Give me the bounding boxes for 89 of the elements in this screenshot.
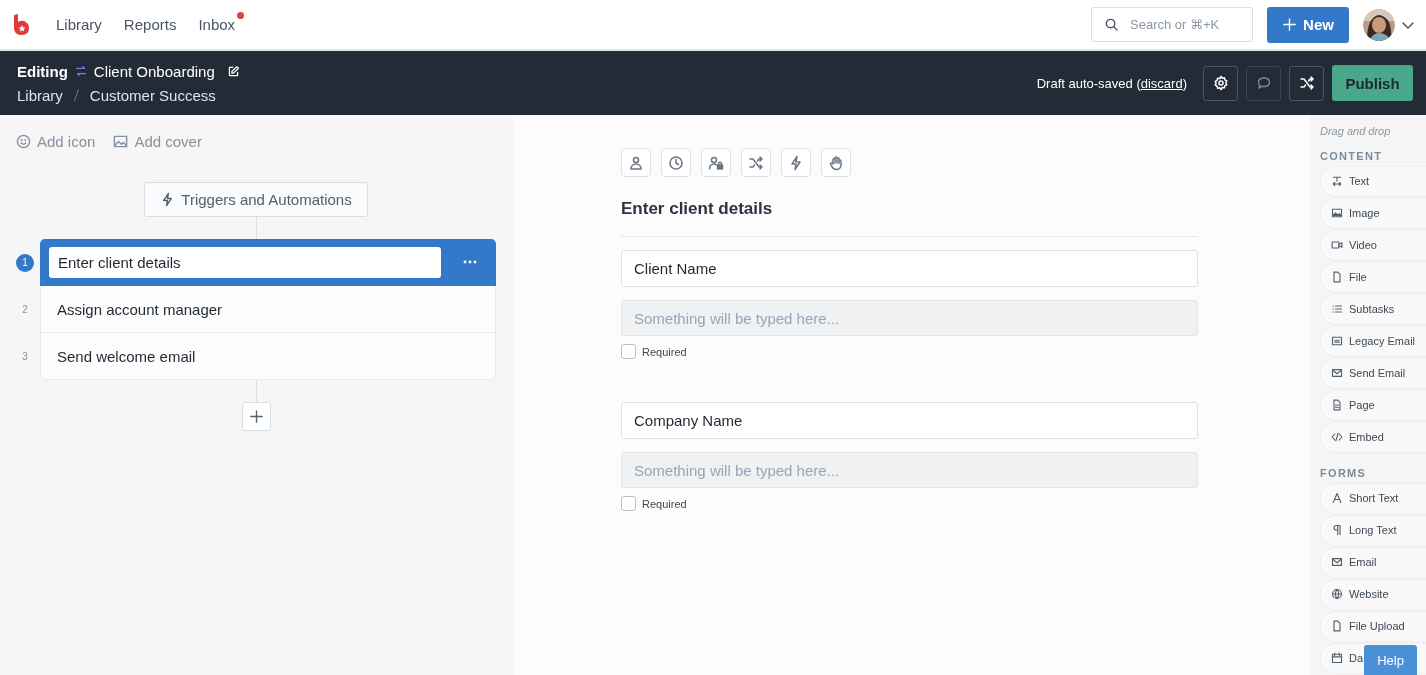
sidebar-item[interactable]: Page [1320,390,1426,421]
shuffle-button[interactable] [1289,65,1324,101]
step-title: Send welcome email [57,347,196,365]
sidebar-item[interactable]: Send Email [1320,358,1426,389]
required-checkbox[interactable] [621,496,636,511]
stop-icon [828,154,844,171]
mail-icon [1331,335,1343,348]
sidebar-item[interactable]: Short Text [1320,483,1426,514]
sidebar-item[interactable]: File [1320,262,1426,293]
envelope-icon [1331,556,1343,569]
breadcrumb-link[interactable]: Library [17,86,63,104]
file-icon [1331,620,1343,633]
due-date-button[interactable] [661,148,691,177]
section-heading: CONTENT [1320,150,1384,162]
new-button[interactable]: New [1267,6,1349,43]
step-number: 2 [21,303,29,317]
step-title[interactable]: Enter client details [49,246,441,278]
more-icon [463,260,477,264]
process-title: Client Onboarding [93,62,215,80]
comment-icon [1255,75,1272,91]
sidebar-item[interactable]: Video [1320,230,1426,261]
document-icon [1331,399,1343,412]
required-label: Required [642,345,687,358]
calendar-icon [1331,652,1343,665]
required-checkbox[interactable] [621,344,636,359]
assignee-button[interactable] [621,148,651,177]
sidebar-item[interactable]: Legacy Email [1320,326,1426,357]
sidebar-item[interactable]: Text [1320,166,1426,197]
image-icon [1331,207,1343,220]
sidebar-item[interactable]: Subtasks [1320,294,1426,325]
edit-icon [226,64,240,78]
search-field[interactable]: Search or ⌘+K [1091,7,1253,42]
nav-link[interactable]: Inbox [198,16,236,33]
comment-button[interactable] [1246,65,1281,101]
flow-icon [73,64,88,78]
mode-label: Editing [17,62,68,80]
assignee-icon [628,154,644,171]
sidebar-item[interactable]: Embed [1320,422,1426,453]
step-number: 3 [21,350,29,364]
envelope-icon [1331,367,1343,380]
paragraph-icon [1331,524,1343,537]
automation-icon [788,154,804,171]
draft-status: Draft auto-saved (discard) [1036,75,1187,91]
conditions-icon [748,154,764,171]
sidebar-item[interactable]: Image [1320,198,1426,229]
text-icon [1331,175,1343,188]
step-number: 1 [16,253,34,272]
plus-icon [1282,17,1298,32]
triggers-button[interactable]: Triggers and Automations [144,182,368,217]
step-title: Assign account manager [57,300,223,318]
required-label: Required [642,497,687,510]
settings-button[interactable] [1203,65,1238,101]
breadcrumb-link[interactable]: Customer Success [89,86,216,104]
plus-icon [248,409,264,424]
nav-link[interactable]: Library [56,16,102,33]
publish-button[interactable]: Publish [1332,65,1413,101]
code-icon [1331,431,1343,444]
label-field[interactable]: Company Name [621,402,1198,439]
conditions-button[interactable] [741,148,771,177]
nav-link[interactable]: Reports [123,16,177,33]
due-date-icon [668,154,684,171]
sidebar-item[interactable]: Long Text [1320,515,1426,546]
file-icon [1331,271,1343,284]
preview-field: Something will be typed here... [621,452,1198,488]
letter-icon [1331,492,1343,505]
label-field[interactable]: Client Name [621,250,1198,287]
stop-button[interactable] [821,148,851,177]
drag-hint: Drag and drop [1320,125,1392,137]
automation-button[interactable] [781,148,811,177]
permissions-button[interactable] [701,148,731,177]
sidebar-item[interactable]: File Upload [1320,611,1426,642]
permissions-icon [708,154,724,171]
task-heading: Enter client details [621,199,774,219]
preview-field: Something will be typed here... [621,300,1198,336]
sidebar-item[interactable]: Website [1320,579,1426,610]
step-item[interactable]: Send welcome email [40,333,496,380]
image-icon [113,134,129,149]
logo-icon[interactable] [12,13,30,36]
step-item[interactable]: Assign account manager [40,286,496,333]
add-step-button[interactable] [241,402,271,431]
step-item[interactable]: Enter client details [40,239,496,286]
video-icon [1331,239,1343,252]
section-heading: FORMS [1320,467,1368,479]
settings-icon [1212,75,1229,91]
sidebar-item[interactable]: Email [1320,547,1426,578]
shuffle-icon [1298,75,1315,91]
globe-icon [1331,588,1343,601]
smiley-icon [16,134,31,149]
list-icon [1331,303,1343,316]
